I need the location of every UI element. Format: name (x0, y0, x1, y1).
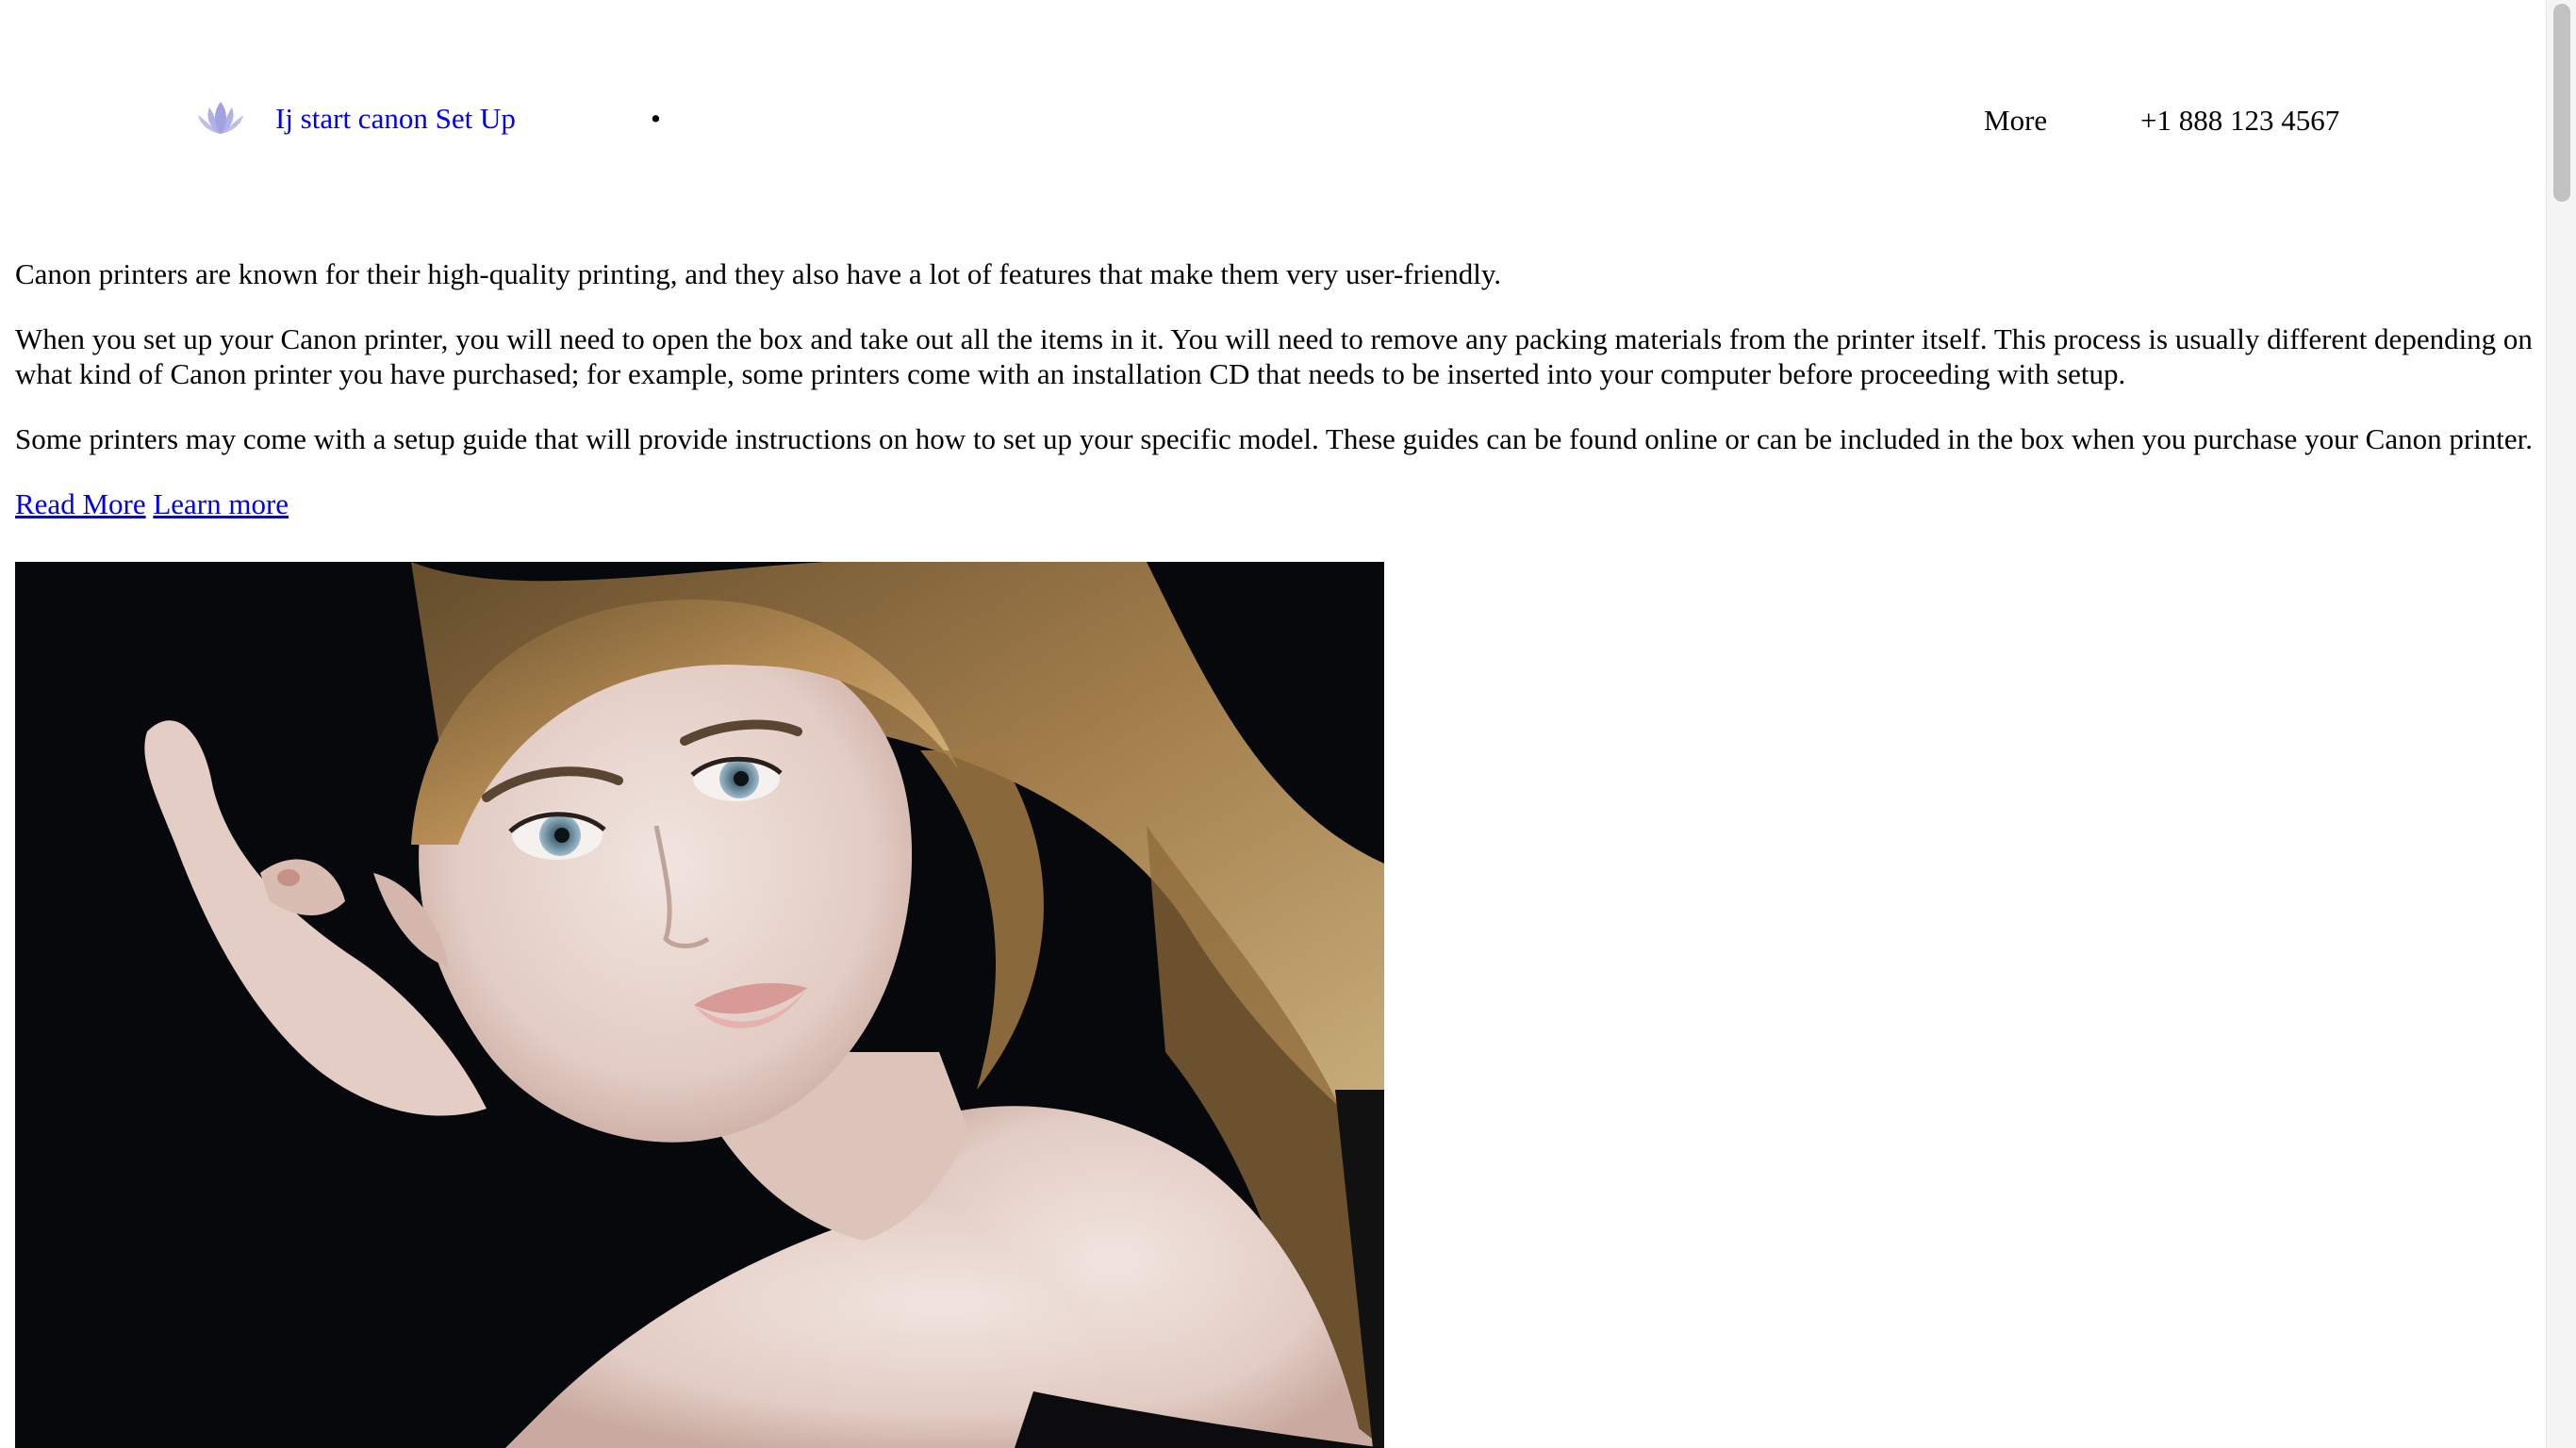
lotus-icon (194, 98, 247, 140)
page: Ij start canon Set Up • More +1 888 123 … (0, 0, 2576, 1448)
main-content: Canon printers are known for their high-… (15, 256, 2542, 521)
setup-paragraph: When you set up your Canon printer, you … (15, 322, 2533, 390)
portrait-illustration (15, 562, 1384, 1448)
nav-bullet: • (651, 102, 661, 135)
site-header: Ij start canon Set Up • More +1 888 123 … (0, 0, 2546, 245)
more-menu-button[interactable]: More (1984, 104, 2047, 138)
scrollbar-thumb[interactable] (2553, 4, 2570, 202)
vertical-scrollbar[interactable] (2546, 0, 2576, 1448)
phone-number: +1 888 123 4567 (2140, 104, 2340, 137)
portrait-image (15, 562, 1384, 1448)
logo-text[interactable]: Ij start canon Set Up (275, 102, 516, 136)
learn-more-link[interactable]: Learn more (153, 487, 289, 520)
intro-paragraph: Canon printers are known for their high-… (15, 257, 1502, 290)
links-row: Read More Learn more (15, 486, 2542, 521)
read-more-link[interactable]: Read More (15, 487, 146, 520)
guide-paragraph: Some printers may come with a setup guid… (15, 422, 2533, 455)
logo-link[interactable]: Ij start canon Set Up (194, 98, 516, 140)
